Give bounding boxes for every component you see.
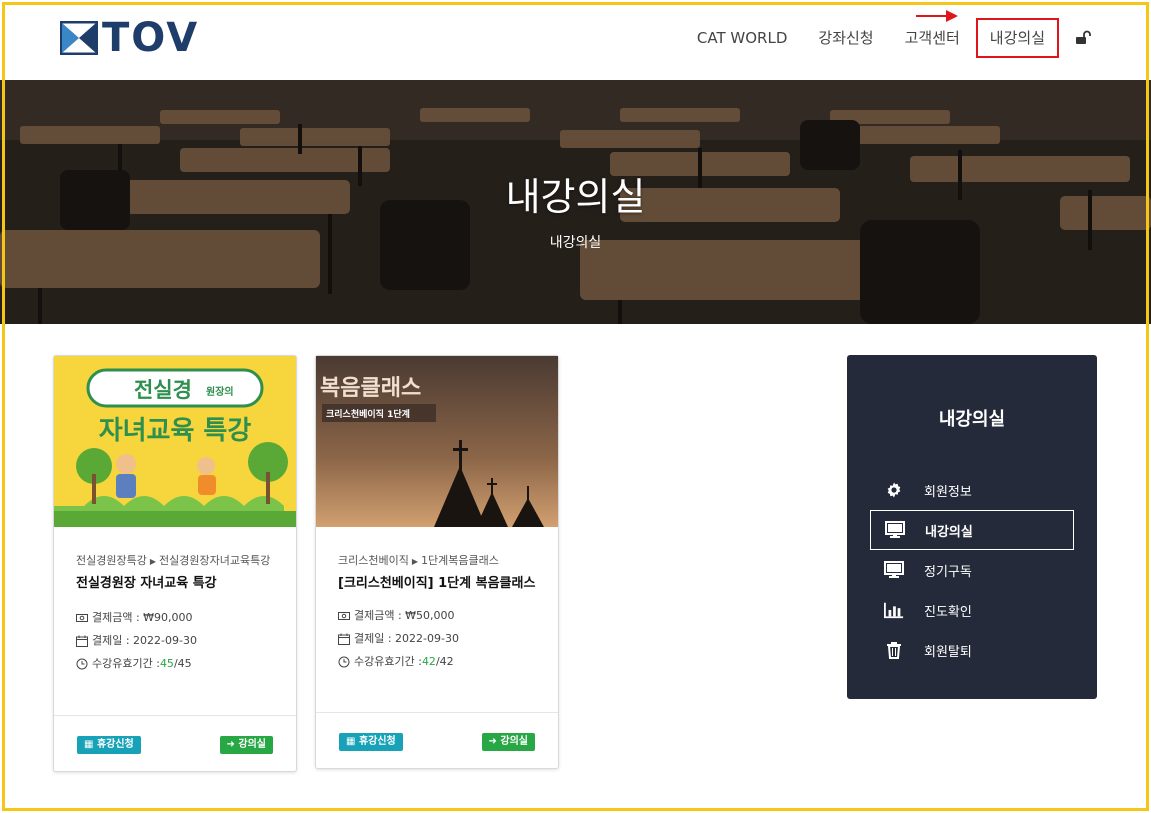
sidebar-item-my-classroom[interactable]: 내강의실 xyxy=(870,510,1074,550)
course-thumbnail[interactable]: 복음클래스 크리스천베이직 1단계 xyxy=(316,356,558,527)
nav-my-classroom[interactable]: 내강의실 xyxy=(975,18,1059,58)
payment-date: 결제일 : 2022-09-30 xyxy=(76,629,274,652)
mypage-sidebar: 내강의실 회원정보 내강의실 정기구독 진도확인 회원탈퇴 xyxy=(847,355,1097,699)
course-breadcrumb: 전실경원장특강 ▶ 전실경원장자녀교육특강 xyxy=(76,551,274,572)
leave-request-button[interactable]: ▦ 휴강신청 xyxy=(339,733,403,751)
logo-mark-icon xyxy=(60,21,98,55)
main-nav: CAT WORLD 강좌신청 고객센터 내강의실 xyxy=(666,18,1091,58)
monitor-icon xyxy=(885,521,905,538)
payment-date: 결제일 : 2022-09-30 xyxy=(338,627,536,650)
thumbnail-title-top: 복음클래스 xyxy=(320,376,422,401)
sidebar-item-withdraw[interactable]: 회원탈퇴 xyxy=(870,630,1074,670)
course-thumbnail[interactable]: 전실경 원장의 자녀교육 특강 xyxy=(54,356,296,527)
calendar-icon xyxy=(76,635,88,647)
payment-amount: 결제금액 : ₩90,000 xyxy=(76,606,274,629)
nav-customer-center[interactable]: 고객센터 xyxy=(905,18,960,58)
enter-classroom-button[interactable]: ➜ 강의실 xyxy=(219,736,273,754)
nav-course-apply[interactable]: 강좌신청 xyxy=(818,18,873,58)
sidebar-item-member-info[interactable]: 회원정보 xyxy=(870,470,1074,510)
thumbnail-title-main: 자녀교육 특강 xyxy=(98,416,252,446)
course-subcategory: 전실경원장자녀교육특강 xyxy=(159,554,271,567)
caret-right-icon: ▶ xyxy=(411,557,418,566)
hero-subtitle: 내강의실 xyxy=(549,235,602,251)
course-breadcrumb: 크리스천베이직 ▶ 1단계복음클래스 xyxy=(338,551,536,572)
calendar-icon xyxy=(338,633,350,645)
bar-chart-icon xyxy=(884,602,904,619)
trash-icon xyxy=(887,642,901,659)
unlock-icon[interactable] xyxy=(1075,30,1091,46)
money-icon xyxy=(76,613,88,622)
caret-right-icon: ▶ xyxy=(149,557,156,566)
sidebar-item-progress[interactable]: 진도확인 xyxy=(870,590,1074,630)
course-card: 전실경 원장의 자녀교육 특강 전실경원장특강 ▶ 전실경원장자녀교육특강 전실경원… xyxy=(53,355,297,772)
clock-icon xyxy=(76,658,88,669)
sign-in-icon: ➜ xyxy=(226,739,239,750)
site-header: TOV CAT WORLD 강좌신청 고객센터 내강의실 xyxy=(0,0,1151,80)
nav-cat-world[interactable]: CAT WORLD xyxy=(697,18,787,58)
gear-icon xyxy=(887,482,901,498)
valid-period: 수강유효기간 : 42/42 xyxy=(338,650,536,673)
payment-amount: 결제금액 : ₩50,000 xyxy=(338,604,536,627)
sidebar-item-subscription[interactable]: 정기구독 xyxy=(870,550,1074,590)
leave-request-button[interactable]: ▦ 휴강신청 xyxy=(77,736,141,754)
course-title[interactable]: 전실경원장 자녀교육 특강 xyxy=(76,574,274,594)
sign-in-icon: ➜ xyxy=(488,736,501,747)
enter-classroom-button[interactable]: ➜ 강의실 xyxy=(481,733,535,751)
logo[interactable]: TOV xyxy=(60,15,200,61)
valid-period: 수강유효기간 : 45/45 xyxy=(76,652,274,675)
thumbnail-title-top: 전실경 xyxy=(134,378,192,402)
logo-text: TOV xyxy=(102,15,200,61)
calendar-icon: ▦ xyxy=(84,739,97,750)
calendar-icon: ▦ xyxy=(346,736,359,747)
thumbnail-title-main: 크리스천베이직 1단계 xyxy=(326,410,410,420)
monitor-icon xyxy=(884,561,904,578)
money-icon xyxy=(338,611,350,620)
hero-title: 내강의실 xyxy=(505,175,646,219)
course-card: 복음클래스 크리스천베이직 1단계 크리스천베이직 ▶ 1단계복음클래스 [크리스천… xyxy=(315,355,559,769)
course-title[interactable]: [크리스천베이직] 1단계 복음클래스 xyxy=(338,574,536,594)
hero-banner: 내강의실 내강의실 xyxy=(0,80,1151,324)
thumbnail-title-top-small: 원장의 xyxy=(206,387,234,398)
course-category: 전실경원장특강 xyxy=(76,554,147,567)
sidebar-title: 내강의실 xyxy=(938,409,1006,430)
clock-icon xyxy=(338,656,350,667)
course-subcategory: 1단계복음클래스 xyxy=(421,554,499,567)
course-category: 크리스천베이직 xyxy=(338,554,409,567)
